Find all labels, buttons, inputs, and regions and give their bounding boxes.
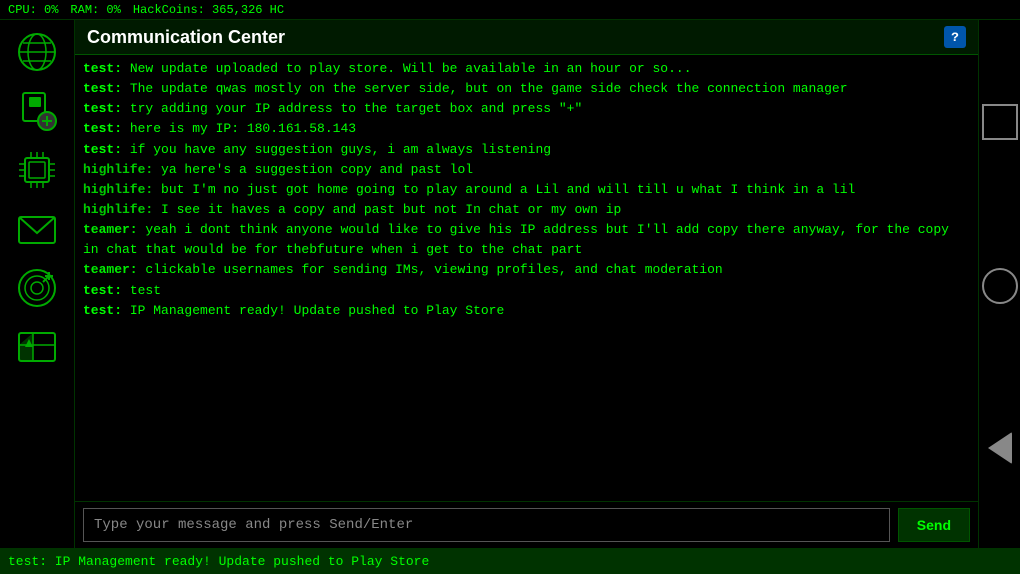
square-icon[interactable] <box>982 104 1018 140</box>
ram-status: RAM: 0% <box>70 3 120 17</box>
hackcoins-status: HackCoins: 365,326 HC <box>133 3 284 17</box>
message-text: if you have any suggestion guys, i am al… <box>130 142 551 157</box>
bottom-status-text: test: IP Management ready! Update pushed… <box>8 554 429 569</box>
table-icon[interactable] <box>7 319 67 374</box>
globe-icon[interactable] <box>7 24 67 79</box>
message-line: test: try adding your IP address to the … <box>83 99 970 119</box>
message-username: test: <box>83 303 130 318</box>
message-line: test: test <box>83 281 970 301</box>
message-line: test: if you have any suggestion guys, i… <box>83 140 970 160</box>
message-username: test: <box>83 121 130 136</box>
cpu-status: CPU: 0% <box>8 3 58 17</box>
message-username: highlife: <box>83 162 161 177</box>
message-text: test <box>130 283 161 298</box>
left-sidebar <box>0 20 75 548</box>
chat-area: Communication Center ? test: New update … <box>75 20 978 548</box>
message-line: test: IP Management ready! Update pushed… <box>83 301 970 321</box>
message-text: here is my IP: 180.161.58.143 <box>130 121 356 136</box>
message-username: highlife: <box>83 182 161 197</box>
circle-icon[interactable] <box>982 268 1018 304</box>
message-line: teamer: yeah i dont think anyone would l… <box>83 220 970 260</box>
message-text: IP Management ready! Update pushed to Pl… <box>130 303 504 318</box>
message-username: test: <box>83 101 130 116</box>
message-username: highlife: <box>83 202 161 217</box>
message-line: test: here is my IP: 180.161.58.143 <box>83 119 970 139</box>
message-text: I see it haves a copy and past but not I… <box>161 202 621 217</box>
message-line: highlife: I see it haves a copy and past… <box>83 200 970 220</box>
message-line: highlife: ya here's a suggestion copy an… <box>83 160 970 180</box>
message-username: test: <box>83 283 130 298</box>
message-username: test: <box>83 142 130 157</box>
send-button[interactable]: Send <box>898 508 970 542</box>
message-text: New update uploaded to play store. Will … <box>130 61 692 76</box>
target-icon[interactable] <box>7 260 67 315</box>
chat-header: Communication Center ? <box>75 20 978 55</box>
message-username: teamer: <box>83 222 145 237</box>
message-username: teamer: <box>83 262 145 277</box>
message-text: The update qwas mostly on the server sid… <box>130 81 848 96</box>
message-username: test: <box>83 61 130 76</box>
message-text: clickable usernames for sending IMs, vie… <box>145 262 722 277</box>
chat-title: Communication Center <box>87 27 285 48</box>
message-input[interactable] <box>83 508 890 542</box>
main-container: Communication Center ? test: New update … <box>0 20 1020 548</box>
message-line: test: New update uploaded to play store.… <box>83 59 970 79</box>
chip-icon[interactable] <box>7 142 67 197</box>
input-area: Send <box>75 501 978 548</box>
message-text: but I'm no just got home going to play a… <box>161 182 855 197</box>
document-icon[interactable] <box>7 83 67 138</box>
message-line: test: The update qwas mostly on the serv… <box>83 79 970 99</box>
right-sidebar <box>978 20 1020 548</box>
bottom-status-bar: test: IP Management ready! Update pushed… <box>0 548 1020 574</box>
message-text: ya here's a suggestion copy and past lol <box>161 162 473 177</box>
message-line: highlife: but I'm no just got home going… <box>83 180 970 200</box>
mail-icon[interactable] <box>7 201 67 256</box>
help-button[interactable]: ? <box>944 26 966 48</box>
message-text: try adding your IP address to the target… <box>130 101 582 116</box>
message-text: yeah i dont think anyone would like to g… <box>83 222 957 257</box>
message-username: test: <box>83 81 130 96</box>
messages-container: test: New update uploaded to play store.… <box>75 55 978 501</box>
status-bar: CPU: 0% RAM: 0% HackCoins: 365,326 HC <box>0 0 1020 20</box>
back-icon[interactable] <box>988 432 1012 464</box>
message-line: teamer: clickable usernames for sending … <box>83 260 970 280</box>
